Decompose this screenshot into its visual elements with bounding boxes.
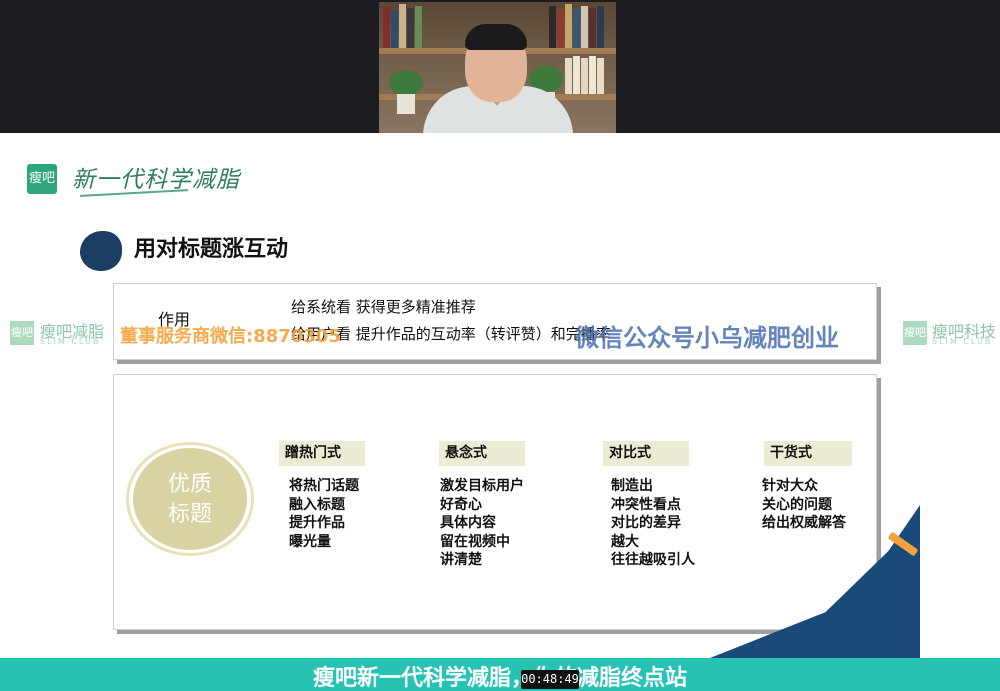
book (415, 6, 422, 48)
presenter-hair (465, 24, 527, 50)
book (597, 6, 604, 48)
title-bullet-icon (80, 231, 122, 271)
book (565, 4, 572, 48)
category-tag: 对比式 (603, 441, 689, 466)
category-item: 具体内容 (440, 515, 496, 531)
category-item: 关心的问题 (762, 496, 832, 513)
category-item: 好奇心 (440, 496, 482, 513)
category-tag: 蹭热门式 (279, 441, 365, 466)
category-items: 针对大众 关心的问题 给出权威解答 (762, 477, 846, 533)
quality-title-label: 优质 标题 (133, 448, 247, 550)
watermark-right-sub: SLIM CLUB (932, 337, 993, 346)
category-item: 融入标题 (289, 496, 345, 513)
watermark-account: 微信公众号小乌减肥创业 (575, 324, 839, 352)
watermark-contact: 董事服务商微信:8870305 (120, 326, 341, 347)
book (581, 58, 588, 94)
category-item: 激发目标用户 (440, 478, 524, 494)
category-item: 针对大众 (762, 478, 818, 494)
category-item: 提升作品 (289, 515, 345, 531)
category-item: 讲清楚 (440, 552, 482, 568)
category-tag: 干货式 (764, 441, 852, 466)
book (573, 8, 580, 48)
brand-slogan: 新一代科学减脂 (72, 167, 240, 193)
plant (389, 70, 423, 96)
book (391, 10, 398, 48)
watermark-logo-icon: 瘦吧 (10, 321, 34, 345)
category-item: 留在视频中 (440, 533, 510, 550)
category-items: 制造出 冲突性看点 对比的差异 越大 往往越吸引人 (611, 477, 695, 570)
video-timestamp: 00:48:49 (521, 670, 579, 689)
book (589, 56, 596, 94)
book (557, 10, 564, 48)
category-tag: 悬念式 (439, 441, 525, 466)
circle-label-line: 优质 (167, 472, 212, 497)
purpose-line-system: 给系统看 获得更多精准推荐 (291, 298, 476, 316)
category-item: 制造出 (611, 478, 653, 494)
book (565, 58, 572, 94)
category-item: 越大 (611, 533, 639, 550)
book (383, 6, 390, 48)
category-items: 激发目标用户 好奇心 具体内容 留在视频中 讲清楚 (440, 477, 524, 570)
book (573, 56, 580, 94)
circle-label-line: 标题 (167, 502, 212, 527)
book (407, 8, 414, 48)
category-item: 将热门话题 (289, 478, 359, 494)
book (589, 8, 596, 48)
book (399, 4, 406, 48)
category-item: 往往越吸引人 (611, 552, 695, 568)
watermark-left-sub: SLIM CLUB (40, 337, 101, 346)
category-item: 对比的差异 (611, 515, 681, 531)
slide-title: 用对标题涨互动 (134, 237, 289, 262)
category-item: 给出权威解答 (762, 515, 846, 531)
book (581, 6, 588, 48)
watermark-logo-icon: 瘦吧 (903, 321, 927, 345)
category-item: 曝光量 (289, 533, 331, 550)
banner-slogan: 瘦吧新一代科学减脂，你的减脂终点站 (312, 666, 687, 691)
book (549, 6, 556, 48)
brand-logo-icon: 瘦吧 (27, 164, 57, 194)
presenter-webcam (379, 2, 616, 133)
category-item: 冲突性看点 (611, 496, 681, 513)
book (597, 58, 604, 94)
plant-pot (397, 94, 415, 114)
category-items: 将热门话题 融入标题 提升作品 曝光量 (289, 477, 359, 551)
